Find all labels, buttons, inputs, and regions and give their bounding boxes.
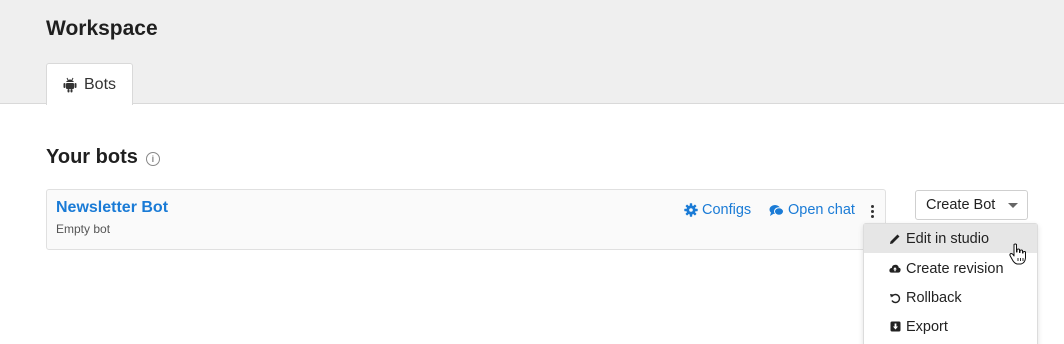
chat-bubbles-icon [769, 204, 784, 216]
workspace-title: Workspace [46, 17, 158, 40]
menu-item-export[interactable]: Export [864, 312, 1037, 341]
configs-link[interactable]: Configs [684, 202, 751, 218]
gear-icon [684, 203, 698, 217]
android-icon [63, 77, 77, 92]
pencil-icon [889, 233, 901, 245]
section-heading: Your bots i [46, 146, 160, 169]
menu-item-label: Export [906, 318, 948, 335]
configs-label: Configs [702, 202, 752, 218]
open-chat-link[interactable]: Open chat [769, 202, 855, 218]
your-bots-title: Your bots [46, 146, 138, 168]
cloud-upload-icon [889, 263, 901, 275]
create-bot-label: Create Bot [926, 197, 996, 213]
bot-description: Empty bot [56, 222, 111, 236]
undo-icon [889, 292, 901, 304]
info-icon[interactable]: i [145, 151, 160, 166]
create-bot-button[interactable]: Create Bot [915, 190, 1028, 220]
menu-item-label: Edit in studio [906, 230, 990, 247]
caret-down-icon [1008, 202, 1019, 208]
open-chat-label: Open chat [788, 202, 855, 218]
tab-bots[interactable]: Bots [46, 63, 133, 105]
bot-name-link[interactable]: Newsletter Bot [56, 199, 168, 217]
export-icon [889, 321, 901, 333]
hand-pointer-cursor-icon [1009, 243, 1026, 265]
menu-item-label: Create revision [906, 260, 1004, 277]
bot-card: Newsletter Bot Empty bot Configs Open ch… [46, 189, 886, 250]
menu-item-label: Rollback [906, 289, 962, 306]
menu-item-rollback[interactable]: Rollback [864, 283, 1037, 312]
more-options-kebab-icon[interactable] [865, 202, 879, 220]
tab-bots-label: Bots [84, 75, 117, 93]
bot-actions-dropdown: Edit in studio Create revision Rollback … [863, 223, 1038, 344]
workspace-header: Workspace Bots [0, 0, 1064, 105]
